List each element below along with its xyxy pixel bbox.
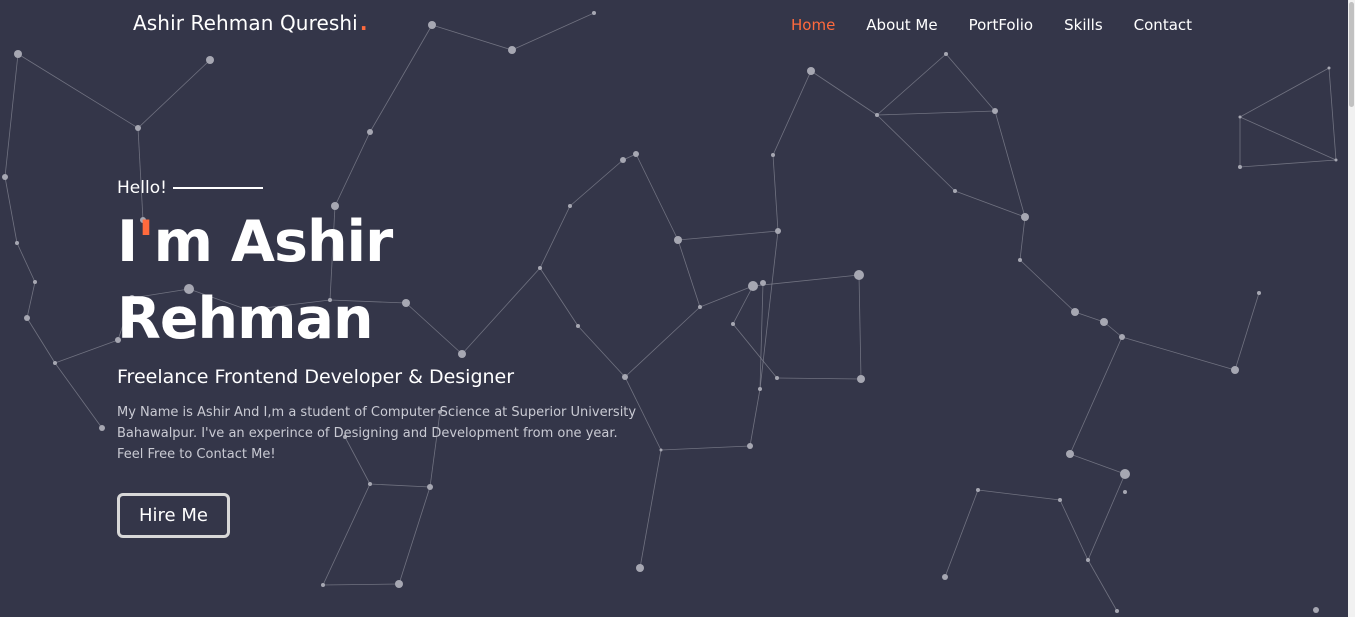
hero-title: I'm Ashir Rehman — [117, 204, 677, 358]
scrollbar-thumb[interactable] — [1349, 2, 1354, 107]
hero-title-line1: I'm Ashir — [117, 204, 677, 281]
hero-description: My Name is Ashir And I,m a student of Co… — [117, 405, 637, 462]
nav-item-contact[interactable]: Contact — [1134, 16, 1192, 34]
hero-greeting: Hello! — [117, 178, 677, 198]
main-nav: Home About Me PortFolio Skills Contact — [791, 16, 1223, 34]
nav-item-home[interactable]: Home — [791, 16, 835, 34]
nav-item-skills[interactable]: Skills — [1064, 16, 1103, 34]
nav-item-portfolio[interactable]: PortFolio — [969, 16, 1034, 34]
hero-subtitle: Freelance Frontend Developer & Designer — [117, 366, 515, 388]
scrollbar[interactable] — [1348, 0, 1355, 617]
title-m-ashir: m Ashir — [153, 209, 394, 275]
title-i: I — [117, 209, 138, 275]
hero-section: Hello! I'm Ashir Rehman Freelance Fronte… — [117, 178, 677, 538]
brand-dot: . — [359, 11, 368, 35]
title-apostrophe: ' — [137, 209, 154, 275]
greeting-underline — [172, 187, 263, 189]
hire-me-button[interactable]: Hire Me — [117, 493, 230, 538]
brand-logo[interactable]: Ashir Rehman Qureshi. — [133, 11, 368, 35]
nav-item-about-me[interactable]: About Me — [866, 16, 937, 34]
greeting-text: Hello! — [117, 178, 167, 198]
brand-name: Ashir Rehman Qureshi — [133, 11, 358, 35]
hero-title-line2: Rehman — [117, 286, 374, 352]
